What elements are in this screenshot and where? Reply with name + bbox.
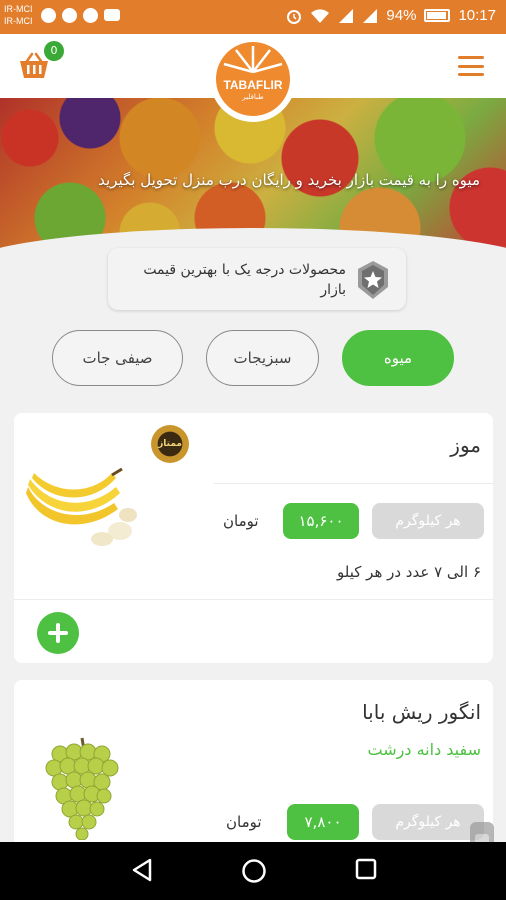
price-pill: ۷,۸۰۰ (287, 804, 359, 840)
quality-text: محصولات درجه یک با بهترین قیمت بازار (143, 262, 346, 298)
alarm-icon (287, 9, 302, 24)
hero-text: میوه را به قیمت بازار بخرید و رایگان درب… (98, 171, 480, 189)
wifi-icon (311, 8, 330, 23)
recents-icon[interactable] (355, 858, 377, 880)
home-icon[interactable] (241, 858, 267, 884)
add-to-cart-button[interactable] (37, 612, 79, 654)
grape-image (45, 737, 119, 840)
cart-count-badge: 0 (44, 41, 64, 61)
orange-slice-icon: TABAFLIR طبافلیر (216, 42, 290, 116)
tab-fruit[interactable]: میوه (342, 330, 454, 386)
unit-pill: هر کیلوگرم (372, 503, 484, 539)
carrier-info: IR-MCI IR-MCI (4, 3, 33, 27)
logo-text: TABAFLIR (223, 78, 283, 92)
quality-badge: محصولات درجه یک با بهترین قیمت بازار (108, 248, 406, 310)
clock: 10:17 (458, 7, 496, 24)
medal-icon (358, 261, 388, 299)
tab-summer-crops[interactable]: صیفی جات (52, 330, 183, 386)
carrier-label-1: IR-MCI (4, 4, 33, 14)
product-name: انگور ریش بابا (362, 700, 481, 724)
back-icon[interactable] (131, 858, 153, 882)
youtube-icon (103, 9, 120, 21)
menu-icon[interactable] (458, 56, 484, 76)
currency-label: تومان (226, 813, 262, 831)
logo-subtext: طبافلیر (242, 93, 264, 101)
product-description: ۶ الی ۷ عدد در هر کیلو (337, 563, 481, 581)
signal-4g-icon (363, 8, 378, 23)
tab-vegetables[interactable]: سبزیجات (206, 330, 319, 386)
product-subtitle: سفید دانه درشت (367, 740, 481, 759)
chat-icon (40, 7, 56, 23)
currency-label: تومان (223, 512, 259, 530)
vpn-icon (82, 7, 98, 23)
status-right: 94% 10:17 (286, 7, 496, 24)
status-bar: IR-MCI IR-MCI 94% 10:17 (0, 0, 506, 34)
notification-icons (40, 7, 120, 23)
banana-image (26, 467, 137, 546)
battery-icon (424, 9, 451, 22)
system-nav-bar (0, 842, 506, 900)
price-pill: ۱۵,۶۰۰ (283, 503, 359, 539)
product-card-grape[interactable]: انگور ریش بابا سفید دانه درشت هر کیلوگرم… (14, 680, 493, 850)
product-card-banana[interactable]: موز ممتاز هر کیلوگرم ۱۵,۶۰۰ تومان ۶ الی … (14, 413, 493, 663)
carrier-label-2: IR-MCI (4, 16, 33, 26)
signal-icon (339, 8, 354, 23)
premium-badge: ممتاز (151, 425, 189, 463)
product-name: موز (450, 433, 481, 457)
battery-percent: 94% (386, 7, 417, 24)
app-logo: TABAFLIR طبافلیر (210, 36, 296, 122)
status-left: IR-MCI IR-MCI (4, 3, 120, 27)
whatsapp-icon (61, 7, 77, 23)
